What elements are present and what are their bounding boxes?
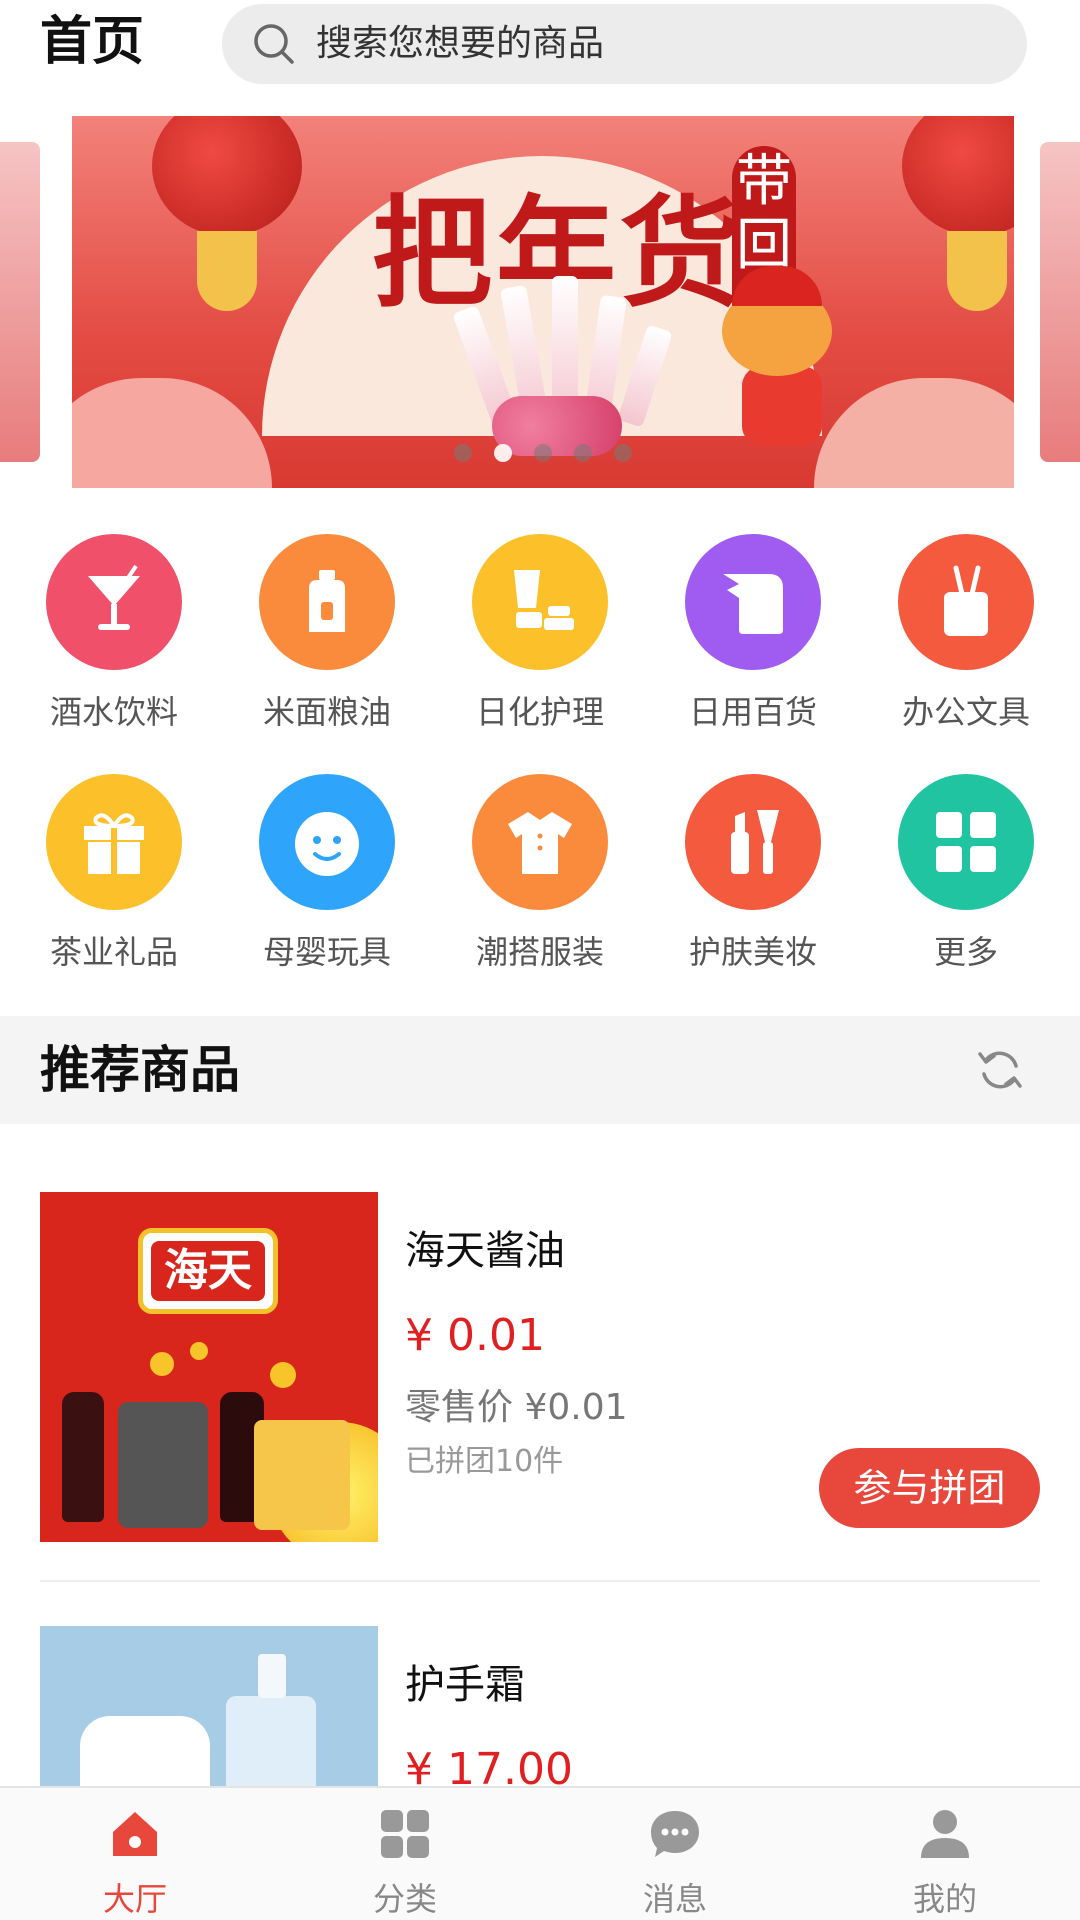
makeup-icon — [685, 774, 821, 910]
carousel-dot[interactable] — [534, 444, 552, 462]
pen-holder-icon — [898, 534, 1034, 670]
banner-cloud — [814, 378, 1014, 488]
category-label: 米面粮油 — [262, 693, 391, 731]
tab-category[interactable]: 分类 — [270, 1788, 540, 1920]
tab-label: 大厅 — [102, 1880, 167, 1918]
tab-label: 分类 — [372, 1880, 437, 1918]
category-label: 茶业礼品 — [49, 933, 178, 971]
banner-next-peek[interactable] — [1040, 142, 1080, 462]
product-price: ¥ 0.01 — [405, 1310, 545, 1361]
category-tea-gifts[interactable]: 茶业礼品 — [14, 774, 214, 972]
category-label: 母婴玩具 — [262, 933, 391, 971]
soy-bottle — [62, 1392, 104, 1522]
section-title: 推荐商品 — [40, 1041, 240, 1099]
tab-label: 消息 — [642, 1880, 707, 1918]
category-label: 日用百货 — [688, 693, 817, 731]
category-label: 办公文具 — [901, 693, 1030, 731]
lantern-tassel — [197, 231, 257, 311]
message-icon — [651, 1811, 699, 1857]
spray-bottle — [226, 1696, 316, 1786]
banner-prev-peek[interactable] — [0, 142, 40, 462]
product-price: ¥ 17.00 — [405, 1744, 573, 1786]
banner-slide[interactable]: 把年货 带回家 — [72, 116, 1014, 488]
tissue-roll-icon — [685, 534, 821, 670]
lantern-tassel — [947, 231, 1007, 311]
bubble-decoration — [190, 1342, 208, 1360]
tab-home[interactable]: 大厅 — [0, 1788, 270, 1920]
category-grain-oil[interactable]: 米面粮油 — [227, 534, 427, 732]
category-label: 更多 — [933, 933, 998, 971]
brand-logo-text: 海天 — [151, 1241, 265, 1301]
tab-label: 我的 — [912, 1880, 977, 1918]
product-card[interactable]: 海天 海天酱油 ¥ 0.01 零售价 ¥0.01 已拼团10件 参与拼团 — [40, 1192, 1040, 1542]
carousel-dot[interactable] — [454, 444, 472, 462]
page-title: 首页 — [40, 12, 145, 72]
category-more[interactable]: 更多 — [866, 774, 1066, 972]
tab-profile[interactable]: 我的 — [810, 1788, 1080, 1920]
carousel-dot-active[interactable] — [494, 444, 512, 462]
skincare-icon — [472, 534, 608, 670]
join-group-button[interactable]: 参与拼团 — [819, 1448, 1040, 1528]
oil-bottle-icon — [259, 534, 395, 670]
brand-logo: 海天 — [138, 1228, 278, 1314]
product-sold-count: 已拼团10件 — [405, 1444, 564, 1479]
recommended-header: 推荐商品 — [0, 1016, 1080, 1124]
bubble-decoration — [150, 1352, 174, 1376]
search-placeholder: 搜索您想要的商品 — [316, 23, 605, 64]
category-drinks[interactable]: 酒水饮料 — [14, 534, 214, 732]
spray-nozzle — [258, 1654, 286, 1698]
lantern-decoration — [152, 116, 302, 236]
carousel-dot[interactable] — [574, 444, 592, 462]
bubble-decoration — [270, 1362, 296, 1388]
search-input[interactable]: 搜索您想要的商品 — [222, 4, 1027, 84]
banner-cloud — [72, 378, 272, 488]
category-label: 潮搭服装 — [475, 933, 604, 971]
baby-face-icon — [259, 774, 395, 910]
sauce-bucket — [118, 1402, 208, 1528]
carousel-dot[interactable] — [614, 444, 632, 462]
category-fashion[interactable]: 潮搭服装 — [440, 774, 640, 972]
home-icon — [113, 1812, 157, 1856]
category-beauty[interactable]: 护肤美妆 — [653, 774, 853, 972]
product-name: 护手霜 — [405, 1662, 525, 1708]
product-image[interactable]: 海天 — [40, 1192, 378, 1542]
category-office[interactable]: 办公文具 — [866, 534, 1066, 732]
category-daily-care[interactable]: 日化护理 — [440, 534, 640, 732]
category-label: 护肤美妆 — [688, 933, 817, 971]
product-retail-price: 零售价 ¥0.01 — [405, 1387, 628, 1428]
category-label: 日化护理 — [475, 693, 604, 731]
tab-messages[interactable]: 消息 — [540, 1788, 810, 1920]
product-name: 海天酱油 — [405, 1228, 565, 1274]
category-icon — [381, 1810, 429, 1858]
cream-tube — [80, 1716, 210, 1786]
lantern-decoration — [902, 116, 1014, 236]
cocktail-icon — [46, 534, 182, 670]
category-label: 酒水饮料 — [49, 693, 178, 731]
banner-carousel[interactable]: 把年货 带回家 — [0, 112, 1080, 488]
product-image[interactable] — [40, 1626, 378, 1786]
seasoning-bag — [254, 1420, 350, 1530]
profile-icon — [921, 1810, 969, 1858]
grid-more-icon — [898, 774, 1034, 910]
divider — [40, 1580, 1040, 1582]
bottom-tab-bar: 大厅 分类 消息 我的 — [0, 1786, 1080, 1920]
dog-mascot-illustration — [712, 266, 842, 446]
product-card[interactable]: 护手霜 ¥ 17.00 — [40, 1626, 1040, 1786]
refresh-icon[interactable] — [976, 1046, 1024, 1094]
header: 首页 搜索您想要的商品 — [0, 0, 1080, 96]
search-icon — [254, 24, 294, 64]
shirt-icon — [472, 774, 608, 910]
carousel-dots — [72, 444, 1014, 466]
category-baby-toys[interactable]: 母婴玩具 — [227, 774, 427, 972]
gift-icon — [46, 774, 182, 910]
category-daily-goods[interactable]: 日用百货 — [653, 534, 853, 732]
